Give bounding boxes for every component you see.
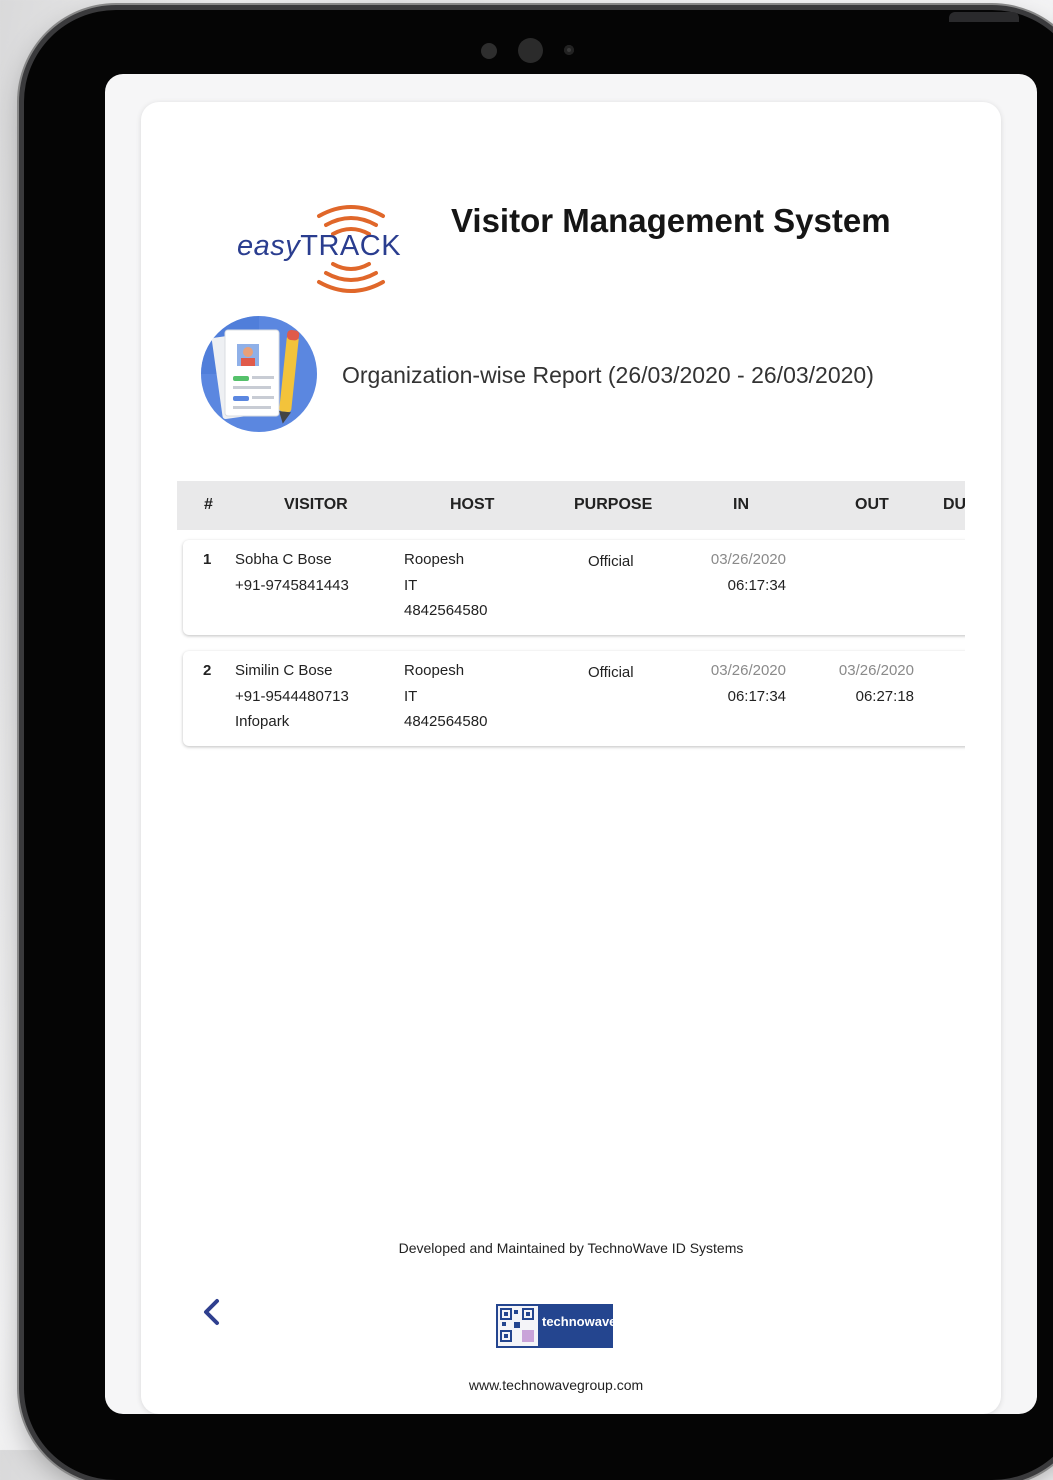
visitor-organization: Infopark xyxy=(235,713,290,730)
in-cell: 03/26/2020 06:17:34 xyxy=(698,547,786,598)
column-header-out: OUT xyxy=(855,496,889,513)
host-name: Roopesh xyxy=(404,662,465,679)
visitor-cell: Similin C Bose +91-9544480713 Infopark xyxy=(235,658,349,735)
column-header-visitor: VISITOR xyxy=(284,496,348,513)
host-phone: 4842564580 xyxy=(404,602,488,619)
back-button[interactable] xyxy=(195,1294,231,1330)
logo-easy-text: easy xyxy=(237,230,301,262)
tablet-frame: easyTRACK Visitor Management System Orga… xyxy=(24,10,1053,1480)
host-name: Roopesh xyxy=(404,551,465,568)
easytrack-logo: easyTRACK xyxy=(237,194,407,304)
technowave-brand-text: technowave xyxy=(542,1314,617,1329)
table-row[interactable]: 1 Sobha C Bose +91-9745841443 Roopesh IT… xyxy=(183,540,965,635)
host-department: IT xyxy=(404,576,418,594)
technowave-logo[interactable]: technowave xyxy=(496,1304,617,1348)
report-card: easyTRACK Visitor Management System Orga… xyxy=(141,102,1001,1414)
column-header-number: # xyxy=(204,496,213,513)
out-time: 06:27:18 xyxy=(855,687,914,705)
visitor-table: # VISITOR HOST PURPOSE IN OUT DU 1 Sobha… xyxy=(177,481,965,781)
host-cell: Roopesh IT 4842564580 xyxy=(404,658,487,735)
out-date: 03/26/2020 xyxy=(838,662,914,679)
visitor-name: Similin C Bose xyxy=(235,662,333,679)
row-number: 1 xyxy=(203,551,212,568)
in-time: 06:17:34 xyxy=(727,687,786,705)
report-document-icon xyxy=(197,312,321,436)
website-url[interactable]: www.technowavegroup.com xyxy=(141,1377,971,1393)
column-header-duration: DU xyxy=(943,496,965,513)
column-header-host: HOST xyxy=(450,496,495,513)
host-phone: 4842564580 xyxy=(404,713,488,730)
column-header-in: IN xyxy=(733,496,749,513)
purpose-cell: Official xyxy=(588,553,634,570)
in-date: 03/26/2020 xyxy=(710,551,786,568)
in-date: 03/26/2020 xyxy=(710,662,786,679)
screen: easyTRACK Visitor Management System Orga… xyxy=(105,74,1037,1414)
column-header-purpose: PURPOSE xyxy=(574,496,653,513)
in-time: 06:17:34 xyxy=(727,576,786,594)
developer-credit: Developed and Maintained by TechnoWave I… xyxy=(398,1240,744,1256)
logo-wordmark: easyTRACK xyxy=(237,230,401,263)
app-title: Visitor Management System xyxy=(451,202,891,239)
out-cell: 03/26/2020 06:27:18 xyxy=(826,658,914,709)
chevron-left-icon xyxy=(204,1299,219,1325)
row-number: 2 xyxy=(203,662,212,679)
visitor-cell: Sobha C Bose +91-9745841443 xyxy=(235,547,349,598)
host-cell: Roopesh IT 4842564580 xyxy=(404,547,487,624)
front-camera xyxy=(518,38,543,63)
visitor-phone: +91-9544480713 xyxy=(235,687,349,705)
report-title: Organization-wise Report (26/03/2020 - 2… xyxy=(342,362,874,388)
camera-lens xyxy=(564,45,574,55)
table-header: # VISITOR HOST PURPOSE IN OUT DU xyxy=(177,481,965,530)
sensor-dot xyxy=(481,43,497,59)
logo-track-text: TRACK xyxy=(300,230,402,262)
host-department: IT xyxy=(404,687,418,705)
table-row[interactable]: 2 Similin C Bose +91-9544480713 Infopark… xyxy=(183,651,965,746)
in-cell: 03/26/2020 06:17:34 xyxy=(698,658,786,709)
power-button xyxy=(949,12,1019,22)
purpose-cell: Official xyxy=(588,664,634,681)
visitor-phone: +91-9745841443 xyxy=(235,576,349,594)
visitor-name: Sobha C Bose xyxy=(235,551,332,568)
